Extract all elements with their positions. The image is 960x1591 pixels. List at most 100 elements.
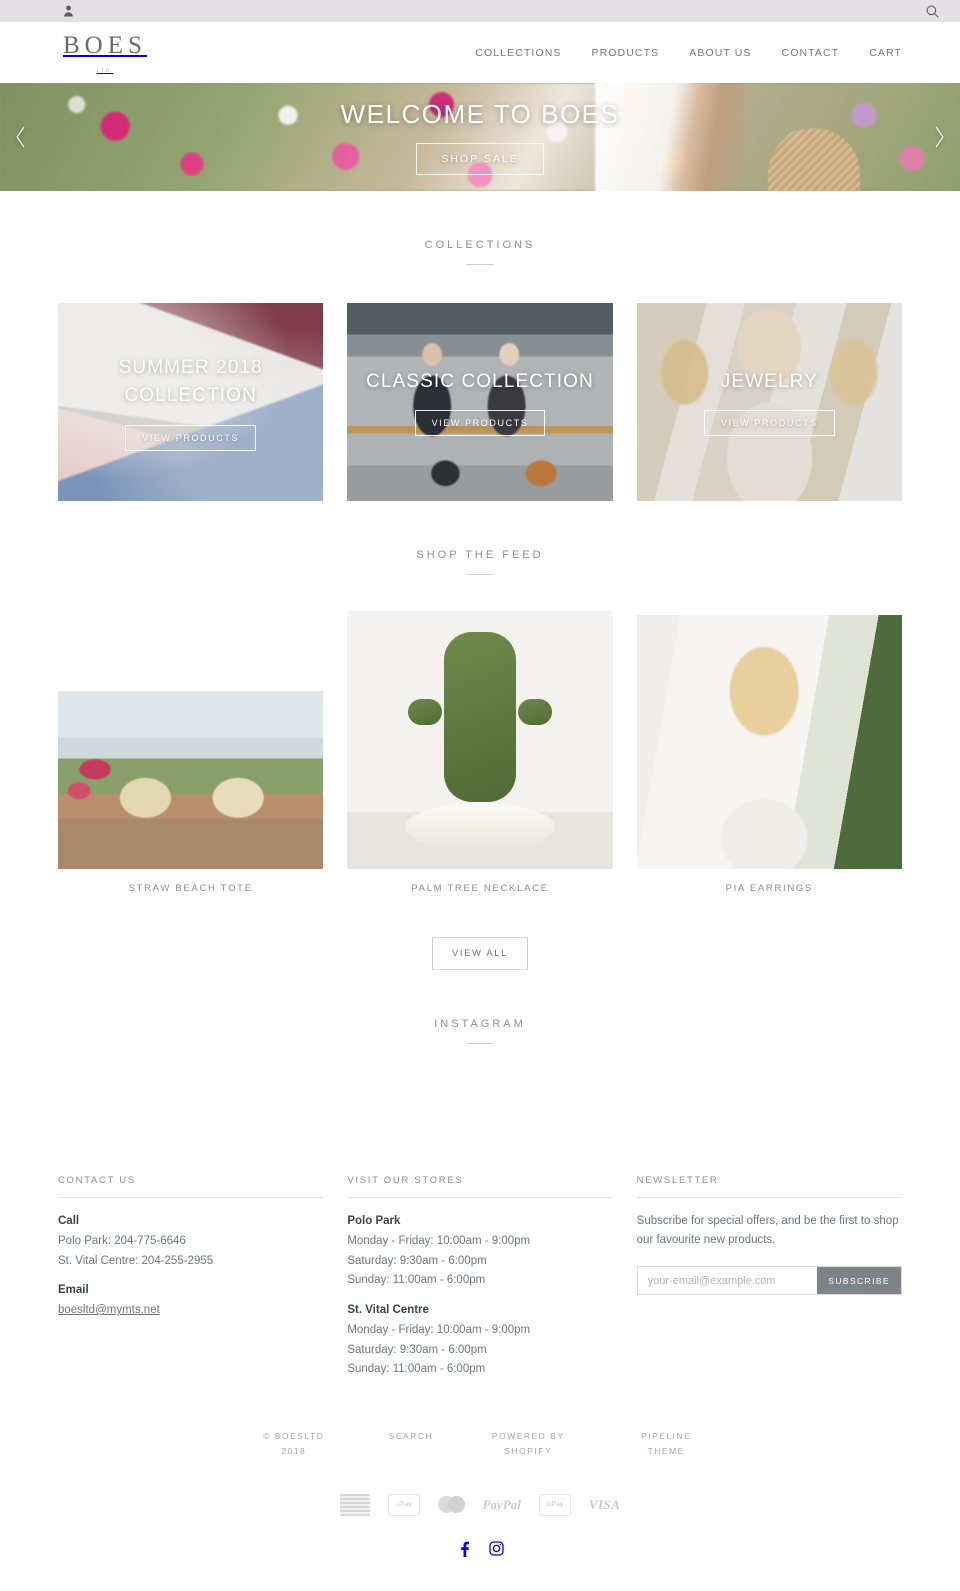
instagram-heading: INSTAGRAM [434,1018,526,1030]
account-icon[interactable] [60,3,76,19]
footer-newsletter-body: Subscribe for special offers, and be the… [636,1198,902,1296]
feed-heading: SHOP THE FEED [416,549,544,561]
pipeline-theme-credit[interactable]: PIPELINE THEME [623,1429,709,1459]
hero-content: WELCOME TO BOES SHOP SALE [0,83,960,191]
footer-newsletter-title: NEWSLETTER [636,1175,902,1198]
mastercard-icon [437,1494,465,1516]
collection-card-summer-2018[interactable]: SUMMER 2018 COLLECTION VIEW PRODUCTS [58,303,324,501]
newsletter-copy: Subscribe for special offers, and be the… [636,1215,899,1246]
subscribe-button[interactable]: SUBSCRIBE [817,1267,901,1295]
american-express-icon [339,1493,370,1516]
facebook-icon[interactable] [457,1541,471,1557]
collection-card-classic[interactable]: CLASSIC COLLECTION VIEW PRODUCTS [347,303,613,501]
store-name-st-vital: St. Vital Centre [347,1304,429,1317]
apple-pay-icon: Pay [387,1493,420,1516]
main-navigation: COLLECTIONS PRODUCTS ABOUT US CONTACT CA… [475,47,902,59]
hero-title: WELCOME TO BOES [340,99,620,129]
powered-by-shopify[interactable]: POWERED BY SHOPIFY [485,1429,571,1459]
feed-image-tote [58,691,324,869]
google-pay-icon: G Pay [538,1493,571,1516]
nav-item-cart[interactable]: CART [869,47,902,59]
brand-name: BOES [63,32,147,60]
footer-bottom-bar: © BOESLTD 2018 SEARCH POWERED BY SHOPIFY… [58,1429,902,1459]
footer-contact-title: CONTACT US [58,1175,324,1198]
nav-item-collections[interactable]: COLLECTIONS [475,47,561,59]
footer-column-newsletter: NEWSLETTER Subscribe for special offers,… [636,1175,902,1380]
collections-heading-block: COLLECTIONS [58,191,902,265]
store-hours-sunday: Sunday: 11:00am - 6:00pm [347,1363,486,1376]
collections-section: COLLECTIONS SUMMER 2018 COLLECTION VIEW … [0,191,960,501]
site-logo[interactable]: BOES LTD. [58,31,147,74]
site-footer: CONTACT US Call Polo Park: 204-775-6646 … [0,1140,960,1591]
collections-grid: SUMMER 2018 COLLECTION VIEW PRODUCTS CLA… [58,303,902,501]
hero-slideshow: WELCOME TO BOES SHOP SALE [0,83,960,191]
feed-item-palm-tree-necklace[interactable]: PALM TREE NECKLACE [347,611,613,894]
feed-item-label: STRAW BEACH TOTE [128,883,253,894]
footer-search-link[interactable]: SEARCH [389,1429,433,1459]
nav-item-products[interactable]: PRODUCTS [592,47,660,59]
nav-item-contact[interactable]: CONTACT [782,47,840,59]
feed-heading-block: SHOP THE FEED [58,501,902,575]
instagram-icon[interactable] [488,1541,504,1557]
footer-column-contact: CONTACT US Call Polo Park: 204-775-6646 … [58,1175,324,1380]
view-products-button[interactable]: VIEW PRODUCTS [703,410,835,437]
store-hours-saturday: Saturday: 9:30am - 6:00pm [347,1343,487,1356]
site-header: BOES LTD. COLLECTIONS PRODUCTS ABOUT US … [0,22,960,83]
image-overlay [347,303,613,501]
footer-stores-title: VISIT OUR STORES [347,1175,613,1198]
store-hours-saturday: Saturday: 9:30am - 6:00pm [347,1254,487,1267]
cactus-arm-right [517,698,552,725]
view-products-button[interactable]: VIEW PRODUCTS [414,410,546,437]
instagram-heading-block: INSTAGRAM [58,970,902,1044]
nav-item-about-us[interactable]: ABOUT US [689,47,751,59]
store-hours-sunday: Sunday: 11:00am - 6:00pm [347,1274,486,1287]
copyright-text: © BOESLTD 2018 [263,1431,325,1456]
newsletter-email-input[interactable] [637,1267,818,1295]
shop-the-feed-section: SHOP THE FEED STRAW BEACH TOTE PALM TREE… [0,501,960,970]
view-products-button[interactable]: VIEW PRODUCTS [125,424,257,451]
instagram-section: INSTAGRAM [0,970,960,1140]
cactus-arm-left [408,698,443,725]
newsletter-form: SUBSCRIBE [636,1266,902,1296]
feed-item-pia-earrings[interactable]: PIA EARRINGS [636,615,902,894]
phone-polo-park: Polo Park: 204-775-6646 [58,1234,186,1247]
view-all-button[interactable]: VIEW ALL [431,937,529,970]
brand-subtitle: LTD. [96,68,114,74]
search-link-label[interactable]: SEARCH [389,1431,433,1441]
email-link[interactable]: boesltd@mymts.net [58,1304,160,1316]
email-label: Email [58,1284,89,1297]
call-label: Call [58,1215,80,1227]
social-links [58,1541,902,1591]
hero-prev-arrow[interactable] [8,117,34,157]
view-all-wrapper: VIEW ALL [58,937,902,970]
store-hours-weekday: Monday - Friday: 10:00am - 9:00pm [347,1234,531,1247]
collection-card-title: JEWELRY [720,370,818,392]
feed-image-necklace [347,611,613,869]
footer-columns: CONTACT US Call Polo Park: 204-775-6646 … [58,1140,902,1380]
heading-divider [466,574,494,575]
footer-stores-body: Polo Park Monday - Friday: 10:00am - 9:0… [347,1198,612,1380]
paypal-icon: PayPal [482,1496,521,1512]
collections-heading: COLLECTIONS [424,239,536,251]
shop-sale-button[interactable]: SHOP SALE [416,143,544,175]
collection-card-jewelry[interactable]: JEWELRY VIEW PRODUCTS [636,303,902,501]
heading-divider [466,264,494,265]
feed-grid: STRAW BEACH TOTE PALM TREE NECKLACE PIA … [58,611,902,894]
utility-bar [0,0,960,22]
payment-methods: Pay PayPal GPay VISA [58,1493,902,1516]
hero-next-arrow[interactable] [926,117,952,157]
footer-contact-body: Call Polo Park: 204-775-6646 St. Vital C… [58,1198,323,1321]
store-name-polo-park: Polo Park [347,1215,401,1227]
footer-column-stores: VISIT OUR STORES Polo Park Monday - Frid… [347,1175,613,1380]
instagram-feed-placeholder [58,1044,902,1140]
feed-image-earrings [636,615,902,869]
visa-icon: VISA [588,1496,621,1512]
feed-item-straw-beach-tote[interactable]: STRAW BEACH TOTE [58,691,324,894]
phone-st-vital: St. Vital Centre: 204-255-2955 [58,1254,214,1267]
search-icon[interactable] [924,3,940,19]
feed-item-label: PIA EARRINGS [725,883,814,894]
collection-card-title: CLASSIC COLLECTION [366,370,594,392]
collection-card-title: SUMMER 2018 COLLECTION [118,356,263,407]
